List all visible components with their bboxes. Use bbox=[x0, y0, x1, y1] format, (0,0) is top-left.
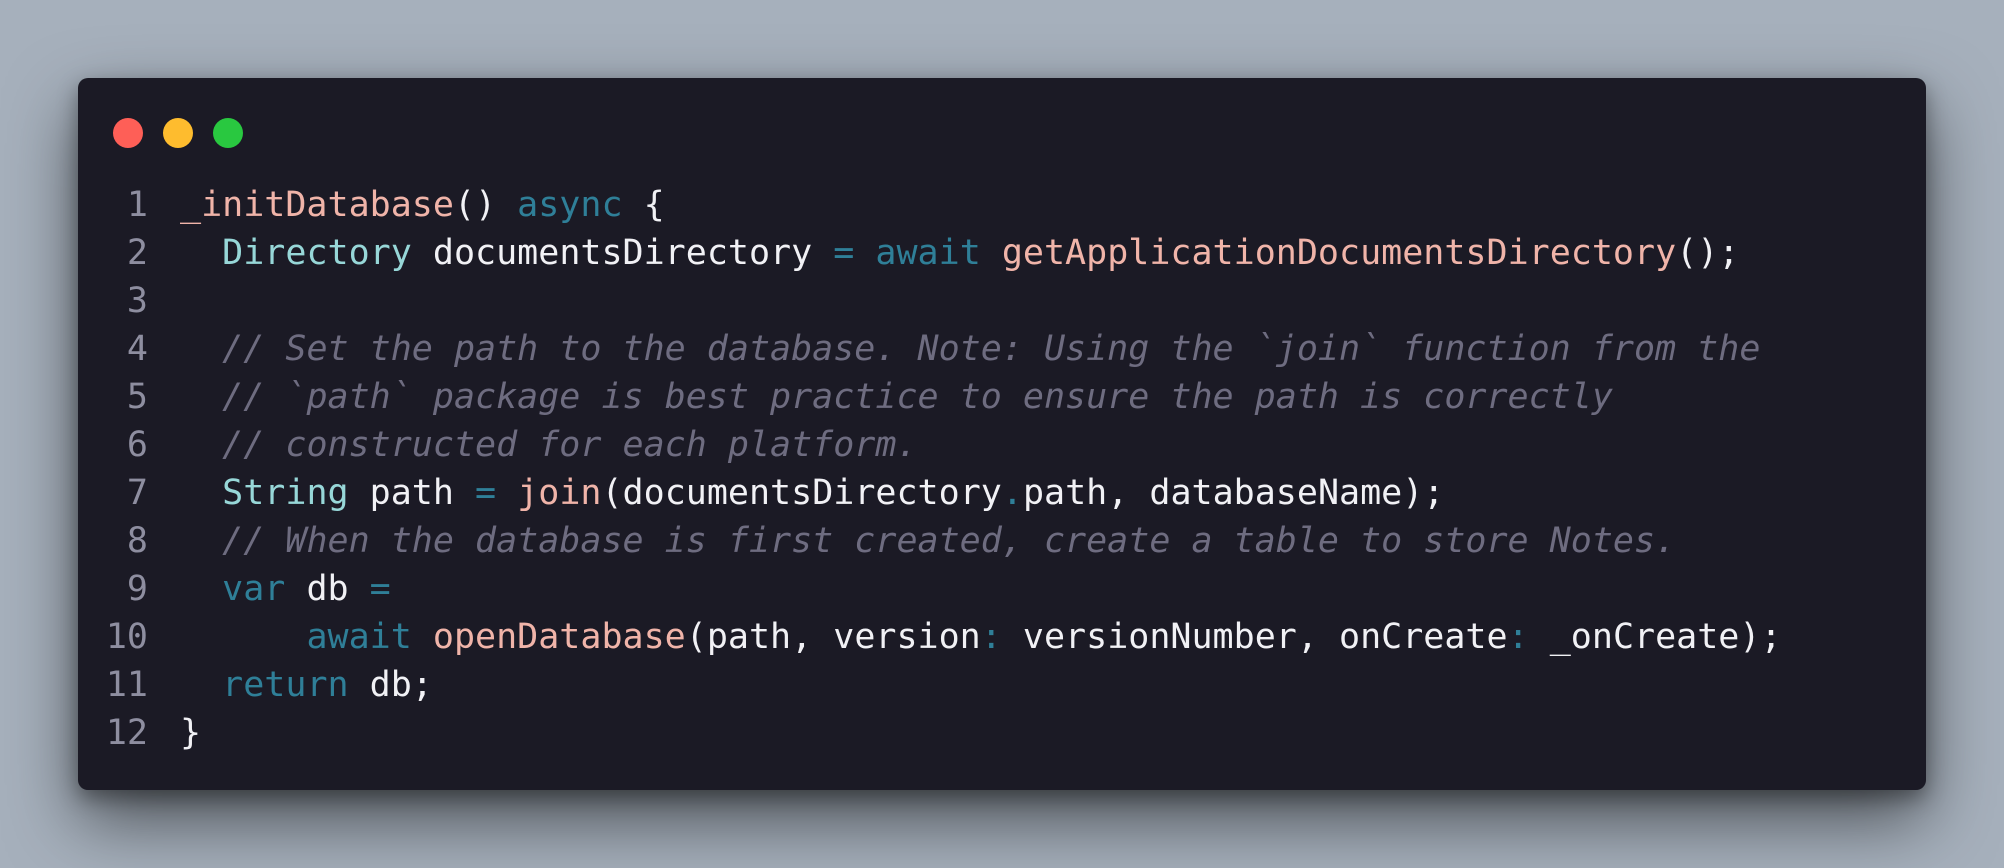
line-number: 8 bbox=[126, 521, 148, 561]
code-line: 4 // Set the path to the database. Note:… bbox=[78, 325, 1926, 373]
code-token: : bbox=[1507, 617, 1529, 657]
code-token: : bbox=[980, 617, 1002, 657]
code-line: 3 bbox=[78, 277, 1926, 325]
code-line: 1 _initDatabase() async { bbox=[78, 181, 1926, 229]
code-token: documentsDirectory bbox=[411, 233, 834, 273]
code-text: } bbox=[148, 709, 201, 757]
close-button[interactable] bbox=[113, 118, 143, 148]
code-token: = bbox=[475, 473, 497, 513]
line-number: 5 bbox=[126, 377, 148, 417]
code-line: 7 String path = join(documentsDirectory.… bbox=[78, 469, 1926, 517]
code-text: String path = join(documentsDirectory.pa… bbox=[148, 469, 1444, 517]
code-line: 9 var db = bbox=[78, 565, 1926, 613]
line-number: 7 bbox=[126, 473, 148, 513]
line-number: 3 bbox=[126, 281, 148, 321]
code-token: openDatabase bbox=[432, 617, 686, 657]
code-text: // When the database is first created, c… bbox=[148, 517, 1676, 565]
code-text: // constructed for each platform. bbox=[148, 421, 918, 469]
line-number: 9 bbox=[126, 569, 148, 609]
line-number: 1 bbox=[126, 185, 148, 225]
line-number: 12 bbox=[105, 713, 148, 753]
code-line: 12} bbox=[78, 709, 1926, 757]
code-token: = bbox=[833, 233, 855, 273]
code-token: (); bbox=[1676, 233, 1740, 273]
window-controls bbox=[113, 118, 243, 148]
code-token: { bbox=[622, 185, 665, 225]
code-token: join bbox=[517, 473, 602, 513]
code-line: 8 // When the database is first created,… bbox=[78, 517, 1926, 565]
code-token: // Set the path to the database. Note: U… bbox=[222, 329, 1761, 369]
line-number: 11 bbox=[105, 665, 148, 705]
minimize-button[interactable] bbox=[163, 118, 193, 148]
code-token: return bbox=[222, 665, 349, 705]
code-token: . bbox=[1001, 473, 1023, 513]
code-token: path, databaseName); bbox=[1022, 473, 1445, 513]
code-text: // `path` package is best practice to en… bbox=[148, 373, 1613, 421]
code-token: getApplicationDocumentsDirectory bbox=[1001, 233, 1677, 273]
line-number: 6 bbox=[126, 425, 148, 465]
code-line: 6 // constructed for each platform. bbox=[78, 421, 1926, 469]
code-token: db bbox=[285, 569, 370, 609]
code-token: (documentsDirectory bbox=[601, 473, 1002, 513]
code-token: (path, version bbox=[685, 617, 981, 657]
code-token: await bbox=[875, 233, 981, 273]
code-line: 10 await openDatabase(path, version: ver… bbox=[78, 613, 1926, 661]
code-line: 5 // `path` package is best practice to … bbox=[78, 373, 1926, 421]
code-token: = bbox=[369, 569, 391, 609]
code-text: var db = bbox=[148, 565, 391, 613]
code-token: String bbox=[222, 473, 349, 513]
code-token: } bbox=[180, 713, 202, 753]
code-token: versionNumber, onCreate bbox=[1001, 617, 1508, 657]
line-number: 10 bbox=[105, 617, 148, 657]
code-text: await openDatabase(path, version: versio… bbox=[148, 613, 1782, 661]
line-number: 2 bbox=[126, 233, 148, 273]
code-token: _onCreate); bbox=[1528, 617, 1782, 657]
code-window: 1 _initDatabase() async {2 Directory docu… bbox=[78, 78, 1926, 790]
code-token: _initDatabase bbox=[180, 185, 454, 225]
code-text: // Set the path to the database. Note: U… bbox=[148, 325, 1760, 373]
code-text: _initDatabase() async { bbox=[148, 181, 665, 229]
code-token: // When the database is first created, c… bbox=[222, 521, 1677, 561]
line-number: 4 bbox=[126, 329, 148, 369]
code-token: async bbox=[517, 185, 623, 225]
code-token: // constructed for each platform. bbox=[222, 425, 918, 465]
code-token: // `path` package is best practice to en… bbox=[222, 377, 1613, 417]
code-token: var bbox=[222, 569, 286, 609]
code-text: Directory documentsDirectory = await get… bbox=[148, 229, 1739, 277]
code-block: 1 _initDatabase() async {2 Directory docu… bbox=[78, 181, 1926, 757]
code-token: path bbox=[348, 473, 476, 513]
code-line: 11 return db; bbox=[78, 661, 1926, 709]
code-token: Directory bbox=[222, 233, 412, 273]
code-token: await bbox=[306, 617, 412, 657]
code-token: () bbox=[453, 185, 518, 225]
code-text: return db; bbox=[148, 661, 433, 709]
zoom-button[interactable] bbox=[213, 118, 243, 148]
code-token: db; bbox=[348, 665, 433, 705]
code-line: 2 Directory documentsDirectory = await g… bbox=[78, 229, 1926, 277]
